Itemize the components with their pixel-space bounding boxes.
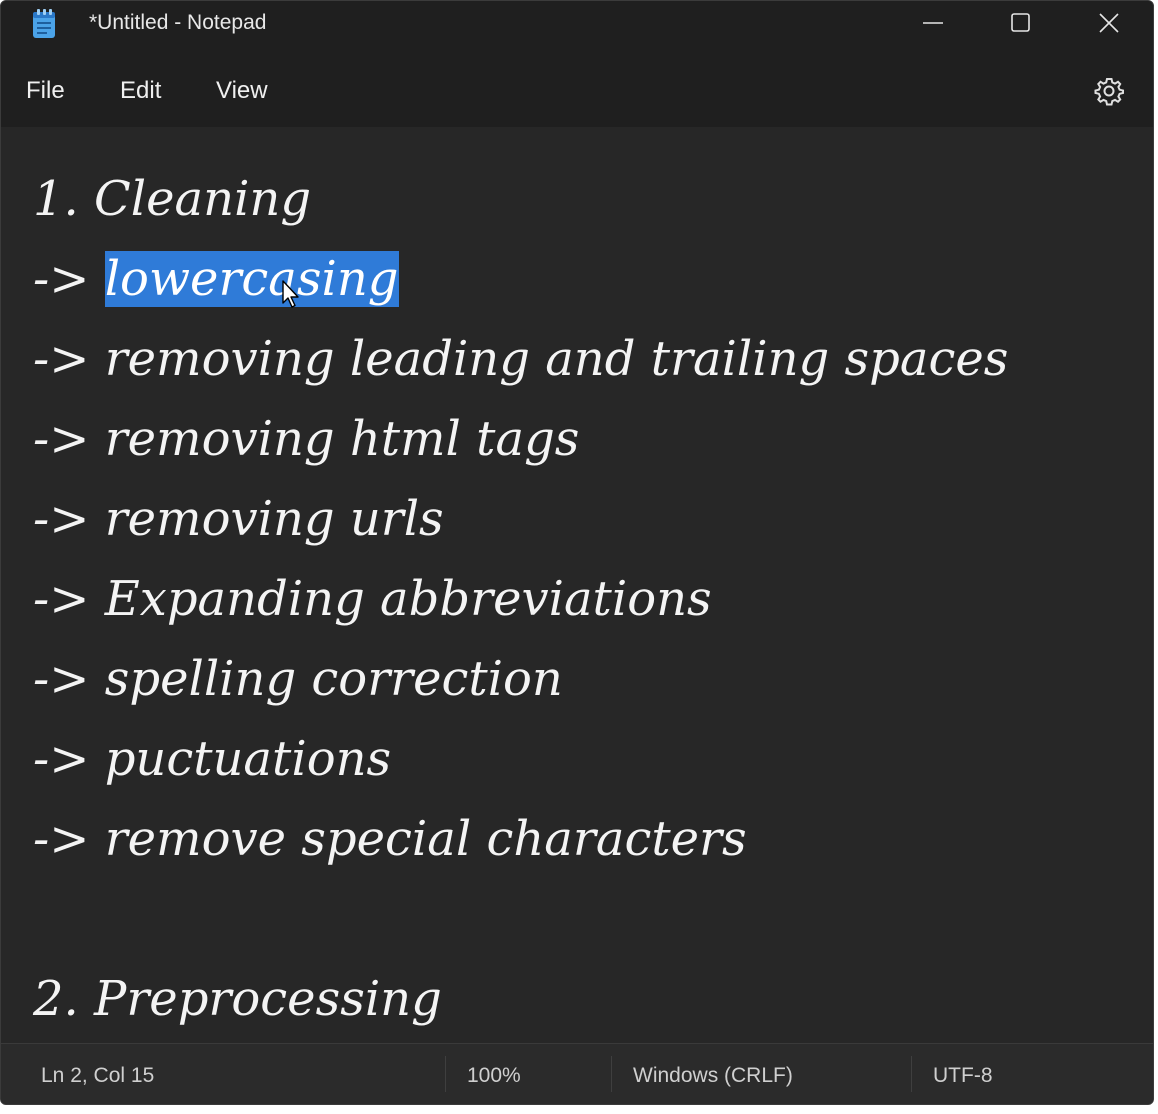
line-text: remove special characters — [104, 811, 747, 867]
menu-edit[interactable]: Edit — [120, 77, 161, 105]
status-divider — [911, 1056, 912, 1092]
line-text: spelling correction — [104, 651, 563, 707]
mouse-cursor-icon — [281, 279, 301, 311]
line-text: removing leading and trailing spaces — [104, 331, 1009, 387]
settings-button[interactable] — [1091, 73, 1127, 109]
line-prefix: -> — [33, 651, 105, 707]
editor-line: 2. Preprocessing — [33, 959, 442, 1039]
line-prefix: -> — [33, 491, 105, 547]
menu-bar: File Edit View — [1, 49, 1153, 127]
editor-line: -> removing leading and trailing spaces — [33, 319, 1008, 399]
maximize-button[interactable] — [977, 1, 1065, 45]
editor-line: -> puctuations — [33, 719, 391, 799]
line-prefix: -> — [33, 811, 105, 867]
line-text: 1. Cleaning — [33, 171, 312, 227]
line-ending[interactable]: Windows (CRLF) — [633, 1064, 793, 1088]
line-prefix: -> — [33, 571, 105, 627]
line-prefix: -> — [33, 411, 105, 467]
editor-line: -> removing html tags — [33, 399, 579, 479]
title-bar[interactable]: *Untitled - Notepad — [1, 1, 1153, 49]
close-button[interactable] — [1065, 1, 1153, 45]
line-prefix: -> — [33, 331, 105, 387]
editor-line: -> spelling correction — [33, 639, 563, 719]
notepad-window: *Untitled - Notepad File Edit View 1. Cl… — [0, 0, 1154, 1105]
zoom-level[interactable]: 100% — [467, 1064, 521, 1088]
minimize-button[interactable] — [889, 1, 977, 45]
editor-line: 1. Cleaning — [33, 159, 311, 239]
line-text: 2. Preprocessing — [33, 971, 442, 1027]
editor-line: -> lowercasing — [33, 239, 399, 319]
menu-file[interactable]: File — [26, 77, 65, 105]
window-title: *Untitled - Notepad — [89, 11, 267, 34]
line-text: puctuations — [104, 731, 392, 787]
selected-text: lowercasing — [104, 251, 399, 307]
status-divider — [611, 1056, 612, 1092]
status-divider — [445, 1056, 446, 1092]
editor-line: -> remove special characters — [33, 799, 747, 879]
editor-line: -> Expanding abbreviations — [33, 559, 712, 639]
line-text: removing urls — [104, 491, 444, 547]
line-text: removing html tags — [104, 411, 580, 467]
encoding[interactable]: UTF-8 — [933, 1064, 993, 1088]
text-editor[interactable]: 1. Cleaning -> lowercasing -> removing l… — [1, 127, 1153, 1043]
notepad-app-icon — [31, 9, 57, 39]
menu-view[interactable]: View — [216, 77, 268, 105]
gear-icon — [1091, 78, 1127, 113]
status-bar: Ln 2, Col 15 100% Windows (CRLF) UTF-8 — [1, 1043, 1153, 1104]
line-prefix: -> — [33, 731, 105, 787]
editor-line: -> removing urls — [33, 479, 444, 559]
cursor-position: Ln 2, Col 15 — [41, 1064, 155, 1087]
line-text: Expanding abbreviations — [104, 571, 712, 627]
line-prefix: -> — [33, 251, 105, 307]
